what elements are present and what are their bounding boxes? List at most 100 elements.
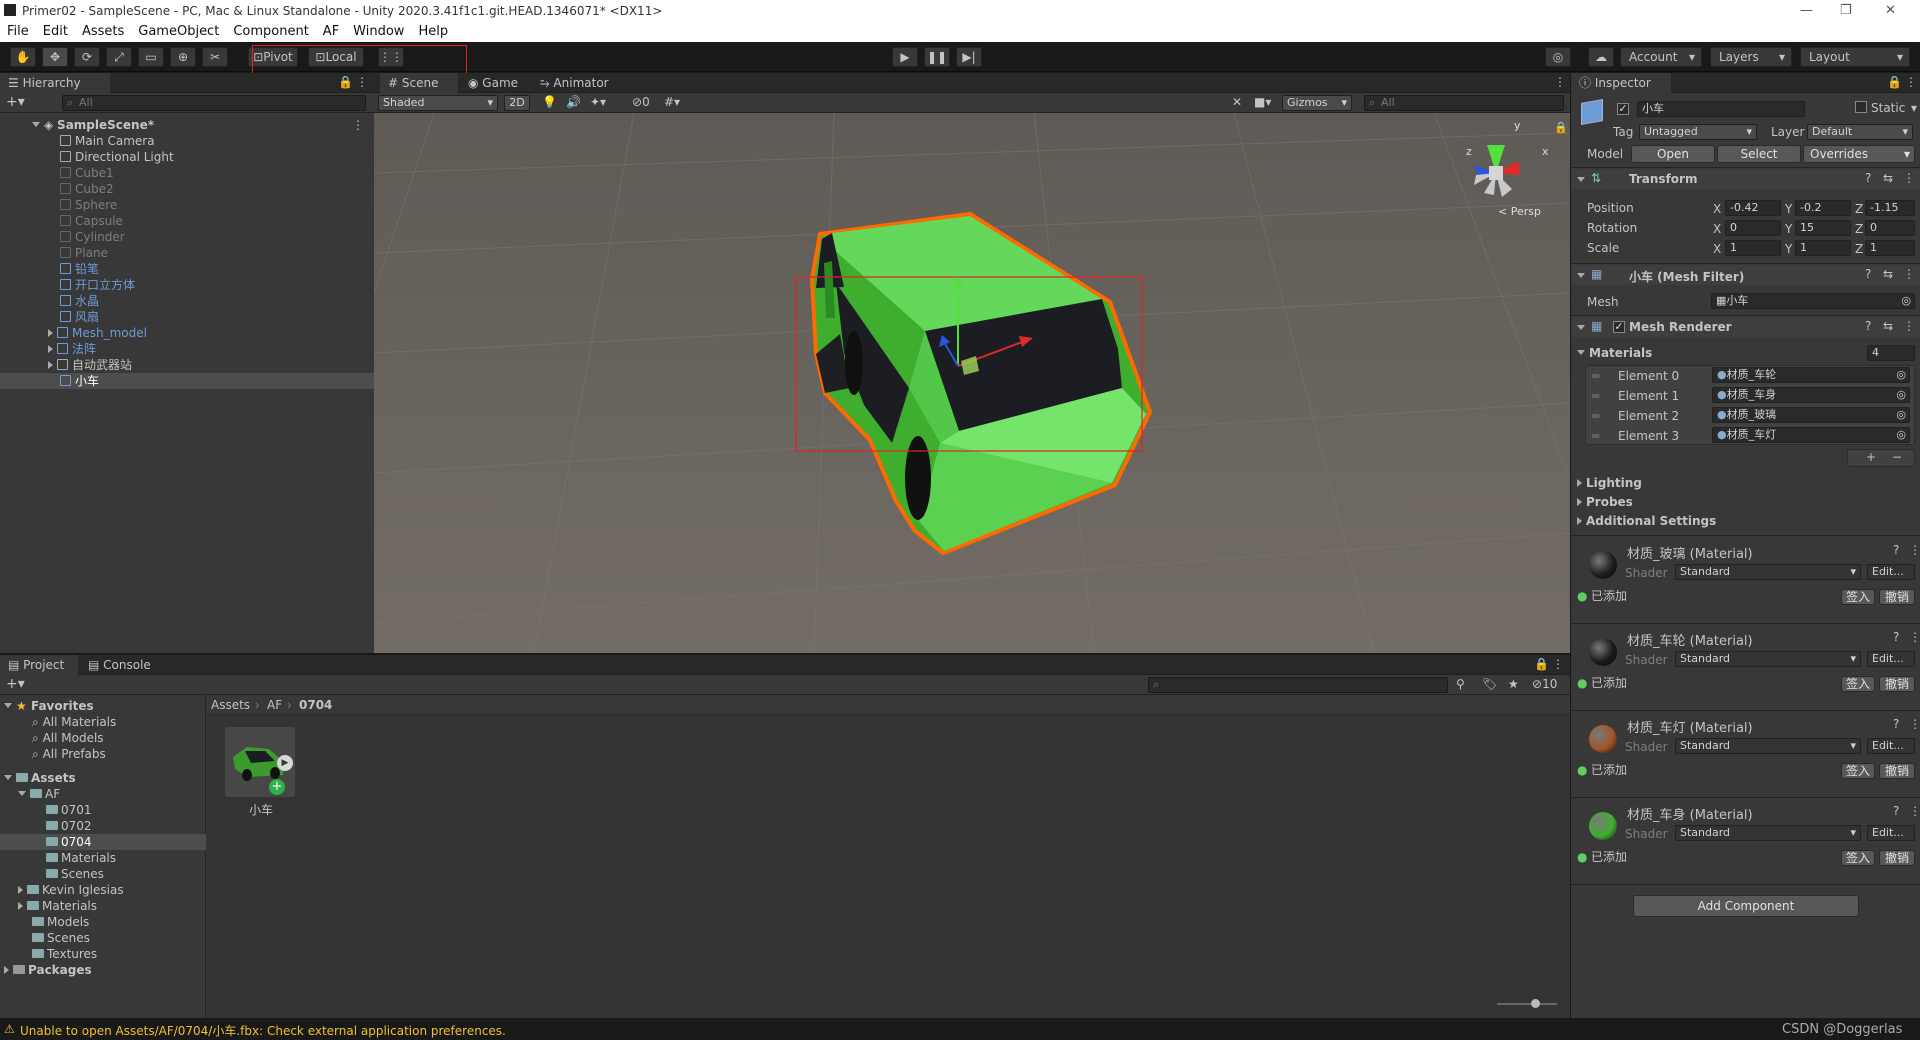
scene-row[interactable]: ◈ SampleScene* ⋮ — [32, 117, 372, 133]
shading-dropdown[interactable]: Shaded ▾ — [378, 95, 498, 111]
overrides-dropdown[interactable]: Overrides ▾ — [1803, 145, 1915, 163]
filter-label-icon[interactable]: 🏷 — [1482, 677, 1497, 691]
folder-item[interactable]: 0701 — [46, 802, 92, 818]
play-icon[interactable]: ▶ — [892, 47, 918, 67]
favorite-item[interactable]: ⌕ All Materials — [32, 714, 116, 730]
transform-header[interactable]: ⇅ Transform ? ⇆ ⋮ — [1571, 169, 1920, 189]
shader-edit-button[interactable]: Edit... — [1867, 651, 1915, 667]
position-z-field[interactable]: -1.15 — [1865, 200, 1915, 216]
add-component-button[interactable]: Add Component — [1633, 895, 1859, 917]
materials-count-field[interactable]: 4 — [1867, 345, 1915, 361]
undo-button[interactable]: 撤销 — [1879, 676, 1915, 692]
kebab-menu-icon[interactable]: ⋮ — [1903, 171, 1915, 185]
undo-button[interactable]: 撤销 — [1879, 589, 1915, 605]
project-search-input[interactable]: ⌕ — [1148, 677, 1448, 693]
element-material-field[interactable]: ●材质_车灯 ◎ — [1712, 427, 1910, 443]
layout-dropdown[interactable]: Layout ▾ — [1800, 47, 1910, 67]
account-dropdown[interactable]: Account ▾ — [1620, 47, 1702, 67]
hierarchy-item[interactable]: Plane — [60, 245, 108, 261]
kebab-menu-icon[interactable]: ⋮ — [1909, 543, 1920, 557]
tab-console[interactable]: ▤ Console — [80, 655, 164, 675]
chevron-down-icon[interactable]: ▾ — [1911, 101, 1917, 115]
lighting-icon[interactable]: 💡 — [542, 95, 557, 109]
static-checkbox[interactable] — [1855, 101, 1867, 113]
hierarchy-item[interactable]: Directional Light — [60, 149, 174, 165]
lighting-foldout[interactable]: Lighting — [1577, 476, 1642, 490]
asset-tile[interactable]: ▶ + 小车 — [225, 727, 295, 817]
object-picker-icon[interactable]: ◎ — [1901, 294, 1911, 308]
maximize-icon[interactable]: ❐ — [1840, 3, 1852, 18]
lock-icon[interactable]: 🔒 — [1887, 75, 1902, 89]
menu-help[interactable]: Help — [411, 22, 455, 39]
menu-edit[interactable]: Edit — [36, 22, 75, 39]
favorite-icon[interactable]: ★ — [1508, 677, 1519, 691]
add-element-icon[interactable]: + — [1866, 450, 1876, 464]
drag-handle-icon[interactable]: ═ — [1592, 429, 1599, 443]
persp-label[interactable]: < Persp — [1498, 205, 1541, 218]
mesh-renderer-enabled-checkbox[interactable]: ✓ — [1613, 321, 1625, 333]
help-icon[interactable]: ? — [1865, 267, 1871, 281]
help-icon[interactable]: ? — [1893, 804, 1899, 818]
layer-dropdown[interactable]: Default ▾ — [1807, 124, 1913, 140]
collab-icon[interactable]: ◎ — [1545, 47, 1571, 67]
tag-dropdown[interactable]: Untagged ▾ — [1639, 124, 1757, 140]
favorite-item[interactable]: ⌕ All Models — [32, 730, 104, 746]
hierarchy-item[interactable]: 风扇 — [60, 309, 99, 325]
folder-item-selected[interactable]: 0704 — [0, 834, 206, 850]
folder-item[interactable]: Scenes — [46, 866, 104, 882]
expand-icon[interactable] — [18, 886, 23, 894]
help-icon[interactable]: ? — [1893, 543, 1899, 557]
grid-icon[interactable]: #▾ — [664, 95, 680, 109]
scale-y-field[interactable]: 1 — [1795, 240, 1851, 256]
kebab-menu-icon[interactable]: ⋮ — [1909, 804, 1920, 818]
mesh-filter-header[interactable]: ▦ 小车 (Mesh Filter) ? ⇆ ⋮ — [1571, 265, 1920, 285]
move-tool-icon[interactable]: ✥ — [42, 47, 68, 67]
object-picker-icon[interactable]: ◎ — [1896, 428, 1906, 442]
hierarchy-item[interactable]: Cube2 — [60, 181, 114, 197]
drag-handle-icon[interactable]: ═ — [1592, 409, 1599, 423]
kebab-menu-icon[interactable]: ⋮ — [1909, 630, 1920, 644]
rect-tool-icon[interactable]: ▭ — [138, 47, 164, 67]
shader-dropdown[interactable]: Standard ▾ — [1675, 564, 1861, 580]
object-name-field[interactable]: 小车 — [1637, 101, 1805, 117]
object-picker-icon[interactable]: ◎ — [1896, 368, 1906, 382]
rotation-x-field[interactable]: 0 — [1725, 220, 1781, 236]
shader-edit-button[interactable]: Edit... — [1867, 825, 1915, 841]
hierarchy-item[interactable]: 水晶 — [60, 293, 99, 309]
expand-icon[interactable] — [48, 329, 53, 337]
kebab-menu-icon[interactable]: ⋮ — [1903, 319, 1915, 333]
element-material-field[interactable]: ●材质_车轮 ◎ — [1712, 367, 1910, 383]
layers-dropdown[interactable]: Layers ▾ — [1710, 47, 1792, 67]
step-icon[interactable]: ▶| — [956, 47, 982, 67]
favorites-foldout[interactable]: ★ Favorites — [4, 698, 94, 714]
preset-icon[interactable]: ⇆ — [1883, 267, 1893, 281]
hierarchy-item[interactable]: Mesh_model — [48, 325, 147, 341]
drag-handle-icon[interactable]: ═ — [1592, 369, 1599, 383]
checkin-button[interactable]: 签入 — [1841, 589, 1875, 605]
hand-tool-icon[interactable]: ✋ — [10, 47, 36, 67]
preset-icon[interactable]: ⇆ — [1883, 171, 1893, 185]
folder-item[interactable]: Models — [32, 914, 89, 930]
hierarchy-item[interactable]: 铅笔 — [60, 261, 99, 277]
materials-foldout[interactable]: Materials — [1577, 346, 1652, 360]
help-icon[interactable]: ? — [1893, 717, 1899, 731]
folder-item[interactable]: Textures — [32, 946, 97, 962]
active-checkbox[interactable]: ✓ — [1617, 103, 1629, 115]
hierarchy-item[interactable]: Cylinder — [60, 229, 125, 245]
zoom-slider[interactable] — [1497, 1003, 1557, 1005]
add-icon[interactable]: +▾ — [6, 94, 25, 110]
tab-scene[interactable]: # Scene — [380, 73, 458, 93]
breadcrumb-0704[interactable]: 0704 — [299, 698, 332, 712]
scene-viewport[interactable]: y x z 🔒 < Persp — [374, 113, 1570, 653]
hierarchy-item[interactable]: Cube1 — [60, 165, 114, 181]
tab-project[interactable]: ▤ Project — [0, 655, 78, 675]
checkin-button[interactable]: 签入 — [1841, 763, 1875, 779]
menu-assets[interactable]: Assets — [75, 22, 131, 39]
folder-item[interactable]: Scenes — [32, 930, 90, 946]
shader-dropdown[interactable]: Standard ▾ — [1675, 651, 1861, 667]
folder-item[interactable]: 0702 — [46, 818, 92, 834]
hierarchy-item[interactable]: 开口立方体 — [60, 277, 135, 293]
folder-item[interactable]: Kevin Iglesias — [18, 882, 124, 898]
probes-foldout[interactable]: Probes — [1577, 495, 1633, 509]
menu-file[interactable]: File — [0, 22, 36, 39]
